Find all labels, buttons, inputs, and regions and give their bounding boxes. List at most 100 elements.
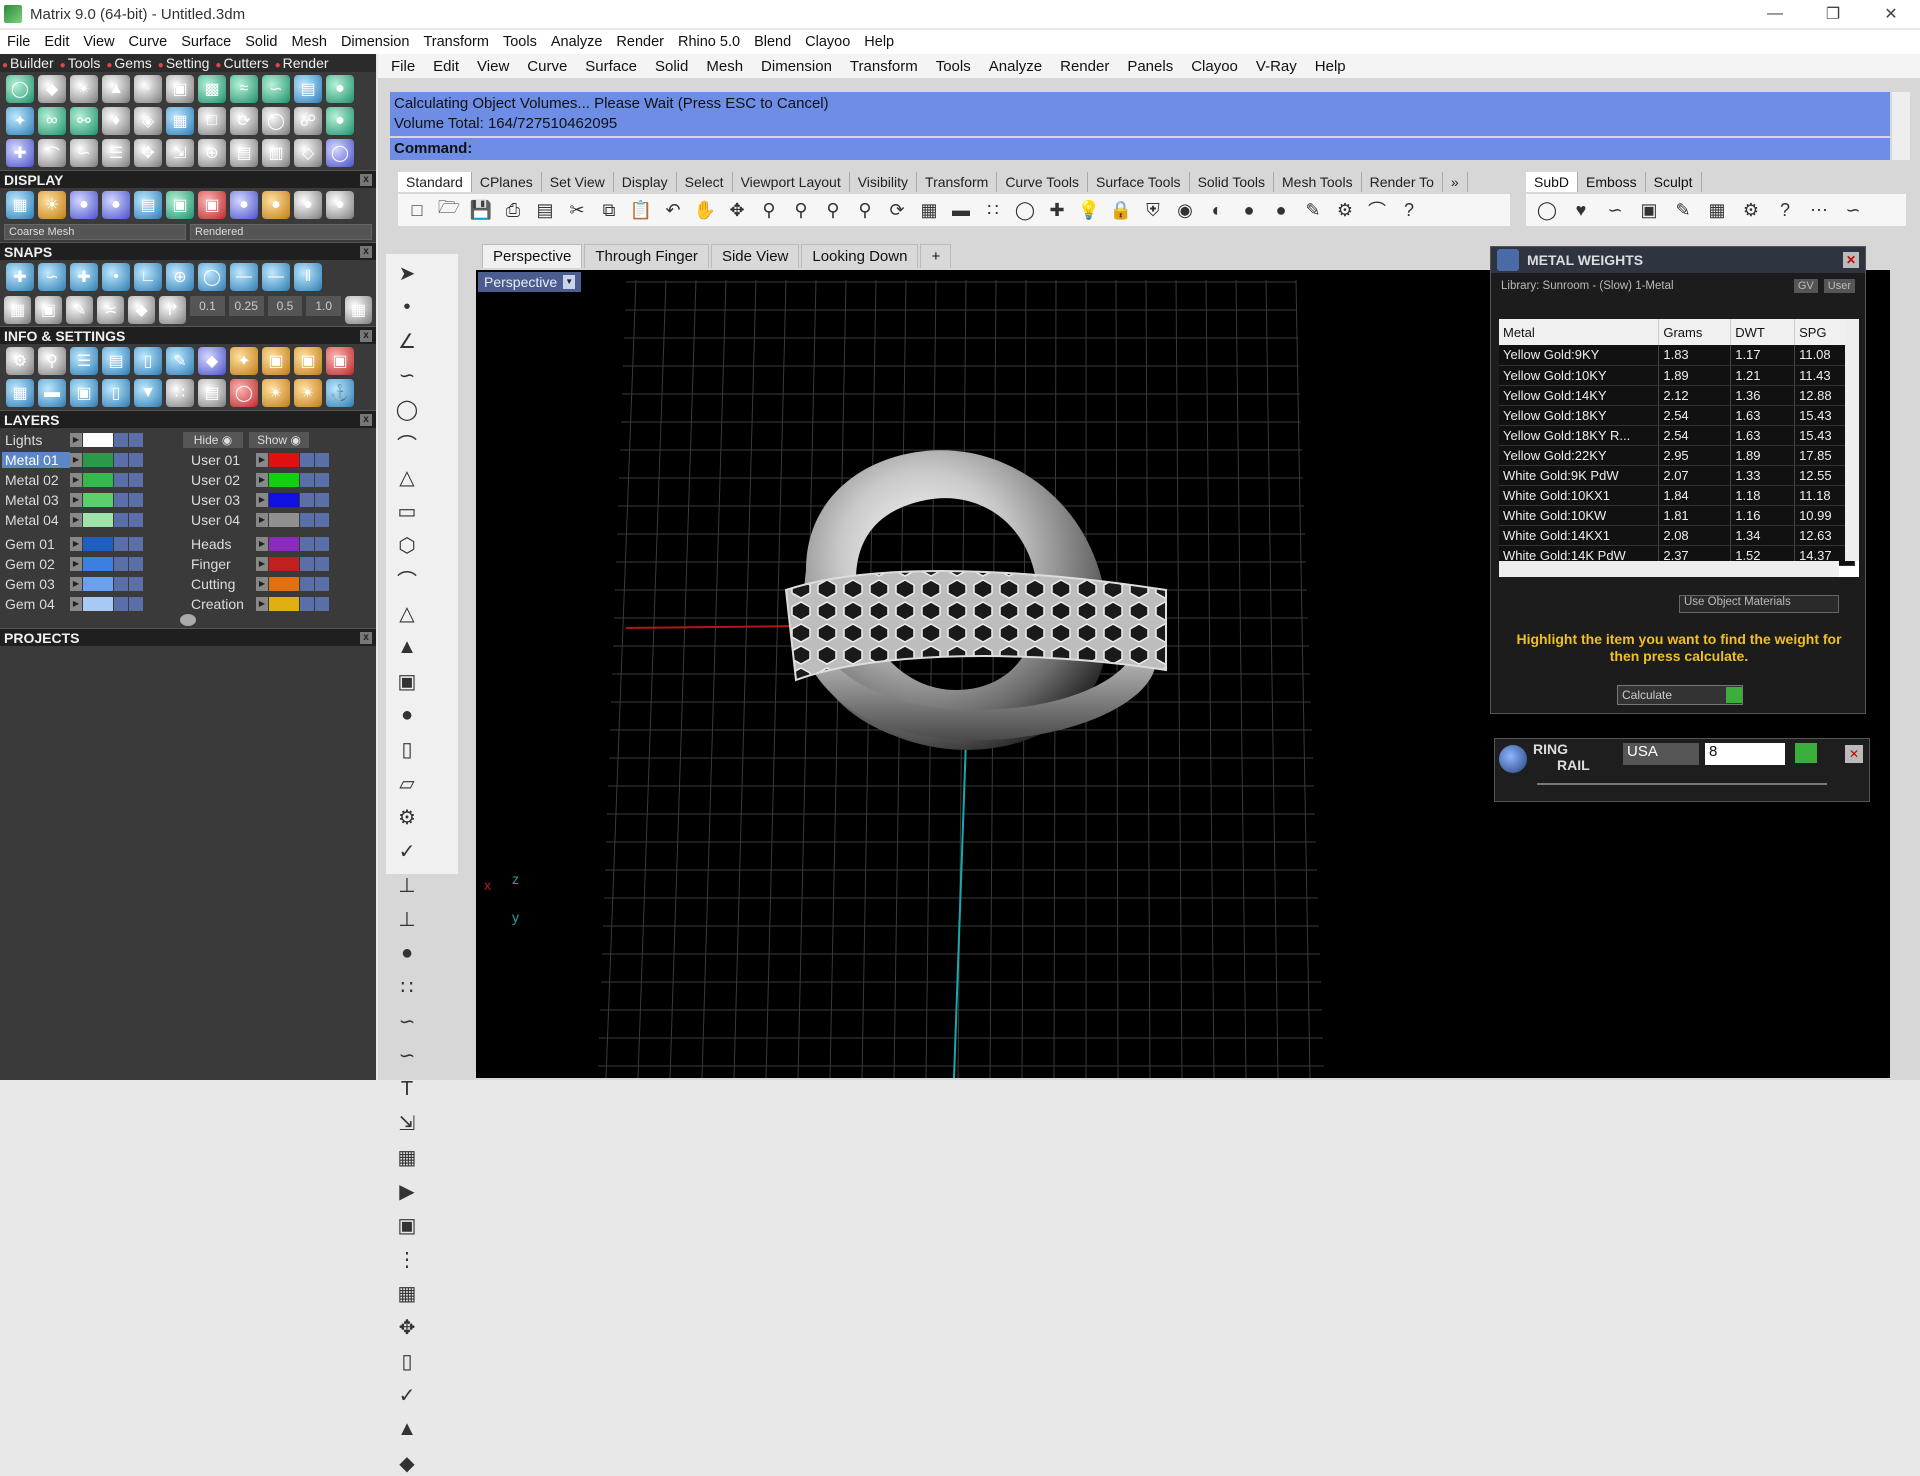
layer-row[interactable]: User 01 ▶ <box>188 450 374 470</box>
lock-icon[interactable] <box>114 577 128 591</box>
subd-display-icon[interactable]: ▦ <box>1704 197 1730 223</box>
col-metal[interactable]: Metal <box>1499 319 1660 345</box>
zoom-extents-icon[interactable]: ⚲ <box>820 197 846 223</box>
lights-swatch[interactable] <box>83 433 113 447</box>
snap-perp-icon[interactable]: ◯ <box>198 263 226 291</box>
table-row[interactable]: Yellow Gold:10KY 1.89 1.21 11.43 <box>1499 365 1855 386</box>
object-icon[interactable]: ◆ <box>198 347 226 375</box>
gear-tool-icon[interactable]: ⚙ <box>394 804 420 830</box>
blend-icon[interactable]: ∽ <box>394 1008 420 1034</box>
ring-rail-slider[interactable] <box>1537 783 1827 785</box>
boolean-icon[interactable]: ● <box>394 702 420 728</box>
tab-sculpt[interactable]: Sculpt <box>1646 172 1702 192</box>
close-icon[interactable]: x <box>360 329 372 342</box>
group-icon[interactable]: ▤ <box>230 139 258 167</box>
rmenu-solid[interactable]: Solid <box>646 58 697 75</box>
visible-icon[interactable] <box>315 557 329 571</box>
add-viewport-tab-button[interactable]: + <box>920 244 952 268</box>
circle-icon[interactable]: ◯ <box>394 396 420 422</box>
minimize-panel-icon[interactable]: ▬ <box>38 379 66 407</box>
visible-icon[interactable] <box>315 513 329 527</box>
cylinder-icon[interactable]: ▯ <box>102 379 130 407</box>
extrude-icon[interactable]: ▲ <box>394 634 420 660</box>
expand-icon[interactable]: ▶ <box>256 557 268 571</box>
scale-icon[interactable]: ⇲ <box>166 139 194 167</box>
subd-help-icon[interactable]: ? <box>1772 197 1798 223</box>
layer-name[interactable]: User 02 <box>188 472 256 488</box>
layer-name[interactable]: Creation <box>188 596 256 612</box>
layer-row[interactable]: Metal 01 ▶ <box>2 450 188 470</box>
visible-icon[interactable] <box>129 493 143 507</box>
options-gear-icon[interactable]: ⚙ <box>1332 197 1358 223</box>
subd-settings-icon[interactable]: ⚙ <box>1738 197 1764 223</box>
shaded-icon[interactable]: ● <box>70 191 98 219</box>
blue-sphere-icon[interactable]: ● <box>1268 197 1294 223</box>
paste-icon[interactable]: ▣ <box>294 347 322 375</box>
cylinder-icon[interactable]: ▯ <box>394 736 420 762</box>
offset-icon[interactable]: ∽ <box>394 1042 420 1068</box>
ghosted-icon[interactable]: ▤ <box>134 191 162 219</box>
sphere-icon[interactable]: ● <box>326 107 354 135</box>
calculate-button[interactable]: Calculate <box>1617 685 1743 705</box>
layer-color-swatch[interactable] <box>269 453 299 467</box>
snap-tan-icon[interactable]: — <box>230 263 258 291</box>
table-row[interactable]: White Gold:9K PdW 2.07 1.33 12.55 <box>1499 465 1855 486</box>
mirror-icon[interactable]: ◇ <box>294 139 322 167</box>
gem-icon[interactable]: ● <box>326 75 354 103</box>
surface-icon[interactable]: △ <box>394 600 420 626</box>
expand-icon[interactable]: ▶ <box>256 493 268 507</box>
select-arrow-icon[interactable]: ➤ <box>394 260 420 286</box>
settings-icon[interactable]: ⚙ <box>6 347 34 375</box>
explode-icon[interactable]: ● <box>394 940 420 966</box>
expand-icon[interactable]: ▶ <box>70 557 82 571</box>
trim-icon[interactable]: ✓ <box>394 838 420 864</box>
lock-icon[interactable] <box>300 493 314 507</box>
visible-icon[interactable] <box>129 433 143 447</box>
layer-color-swatch[interactable] <box>83 537 113 551</box>
ring-size-standard-select[interactable]: USA <box>1623 743 1699 765</box>
layer-name[interactable]: Gem 01 <box>2 536 70 552</box>
triangle-icon[interactable]: △ <box>394 464 420 490</box>
layer-color-swatch[interactable] <box>269 557 299 571</box>
table-row[interactable]: Yellow Gold:22KY 2.95 1.89 17.85 <box>1499 445 1855 466</box>
expand-icon[interactable]: ▶ <box>256 577 268 591</box>
menu-analyze[interactable]: Analyze <box>544 34 610 50</box>
flow-icon[interactable]: ⋮ <box>394 1246 420 1272</box>
menu-dimension[interactable]: Dimension <box>334 34 417 50</box>
rmenu-file[interactable]: File <box>382 58 424 75</box>
restore-icon[interactable]: ❐ <box>1804 0 1862 28</box>
layer-name[interactable]: Gem 02 <box>2 556 70 572</box>
snap-value-2[interactable]: 0.25 <box>228 296 264 316</box>
check-icon[interactable]: ✓ <box>394 1382 420 1408</box>
curve-icon[interactable]: ∽ <box>70 139 98 167</box>
expand-icon[interactable]: ▶ <box>256 453 268 467</box>
chevron-down-icon[interactable] <box>180 614 196 626</box>
rmenu-clayoo[interactable]: Clayoo <box>1182 58 1247 75</box>
lock-icon[interactable] <box>300 557 314 571</box>
menu-help[interactable]: Help <box>857 34 901 50</box>
expand-icon[interactable]: ▶ <box>70 513 82 527</box>
gem-seat-icon[interactable]: ✴ <box>262 379 290 407</box>
layer-color-swatch[interactable] <box>269 513 299 527</box>
copy-icon[interactable]: ▣ <box>262 347 290 375</box>
layer-row[interactable]: User 04 ▶ <box>188 510 374 530</box>
lock-icon[interactable] <box>114 557 128 571</box>
layer-name[interactable]: Finger <box>188 556 256 572</box>
array-icon[interactable]: ▦ <box>394 1144 420 1170</box>
menu-surface[interactable]: Surface <box>174 34 238 50</box>
layers-icon[interactable]: ☰ <box>70 347 98 375</box>
analyze-icon[interactable]: ▯ <box>394 1348 420 1374</box>
move-icon[interactable]: ✚ <box>6 139 34 167</box>
layer-color-swatch[interactable] <box>269 493 299 507</box>
lock-icon[interactable] <box>114 453 128 467</box>
col-grams[interactable]: Grams <box>1658 319 1732 345</box>
rmenu-help[interactable]: Help <box>1306 58 1355 75</box>
box-icon[interactable]: ▣ <box>394 668 420 694</box>
lock-icon[interactable] <box>300 597 314 611</box>
grid-snap-icon[interactable]: ▦ <box>345 296 373 324</box>
close-icon[interactable]: x <box>360 245 372 258</box>
split-icon[interactable]: ☰ <box>102 139 130 167</box>
gold-sphere-icon[interactable]: ● <box>262 191 290 219</box>
tab-surface-tools[interactable]: Surface Tools <box>1088 172 1190 192</box>
rmenu-dimension[interactable]: Dimension <box>752 58 841 75</box>
